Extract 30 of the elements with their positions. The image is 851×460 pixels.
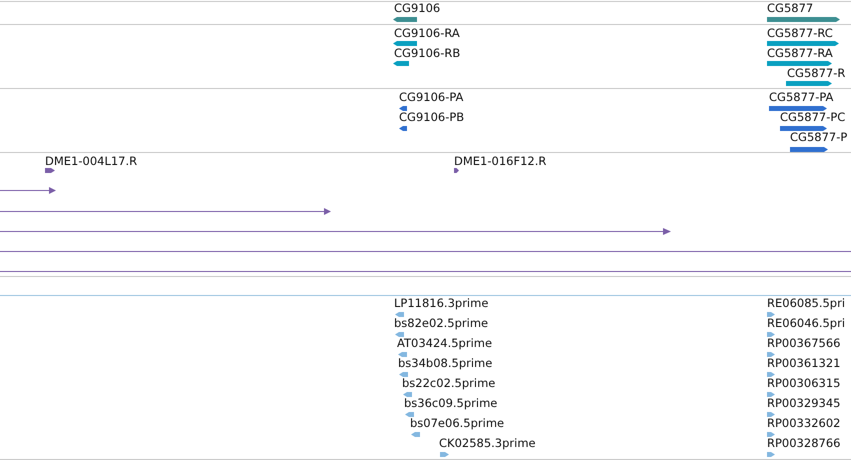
feature-label: CG5877	[767, 2, 814, 15]
feature-label: CG9106	[394, 2, 440, 15]
feature-label: CK02585.3prime	[439, 437, 536, 450]
feature-label: CG9106-PA	[399, 91, 464, 104]
feature-label: CG9106-RB	[394, 47, 460, 60]
feature-label: RP00329345	[767, 397, 840, 410]
feature-label: CG9106-RA	[394, 27, 460, 40]
feature-label: RE06085.5pri	[767, 297, 846, 310]
feature-label: RP00328766	[767, 437, 840, 450]
feature-label: LP11816.3prime	[394, 297, 488, 310]
feature-label: bs07e06.5prime	[410, 417, 504, 430]
feature-label: CG5877-P	[790, 131, 848, 144]
feature-label: AT03424.5prime	[397, 337, 492, 350]
feature-label: CG5877-PA	[769, 91, 834, 104]
feature-label: CG5877-RA	[767, 47, 833, 60]
feature-label: bs22c02.5prime	[402, 377, 496, 390]
feature-label: CG9106-PB	[399, 111, 464, 124]
feature-label: bs34b08.5prime	[398, 357, 492, 370]
feature-label: CG5877-RC	[767, 27, 833, 40]
feature-label: DME1-004L17.R	[45, 155, 138, 168]
feature-label: RP00367566	[767, 337, 840, 350]
feature-label: RP00332602	[767, 417, 840, 430]
feature-label: CG5877-R	[787, 67, 846, 80]
feature-label: RE06046.5pri	[767, 317, 846, 330]
feature-label: DME1-016F12.R	[454, 155, 546, 168]
feature-label: bs36c09.5prime	[404, 397, 498, 410]
feature-label: RP00361321	[767, 357, 840, 370]
feature-label: RP00306315	[767, 377, 840, 390]
feature-label: CG5877-PC	[780, 111, 846, 124]
feature-label: bs82e02.5prime	[394, 317, 488, 330]
